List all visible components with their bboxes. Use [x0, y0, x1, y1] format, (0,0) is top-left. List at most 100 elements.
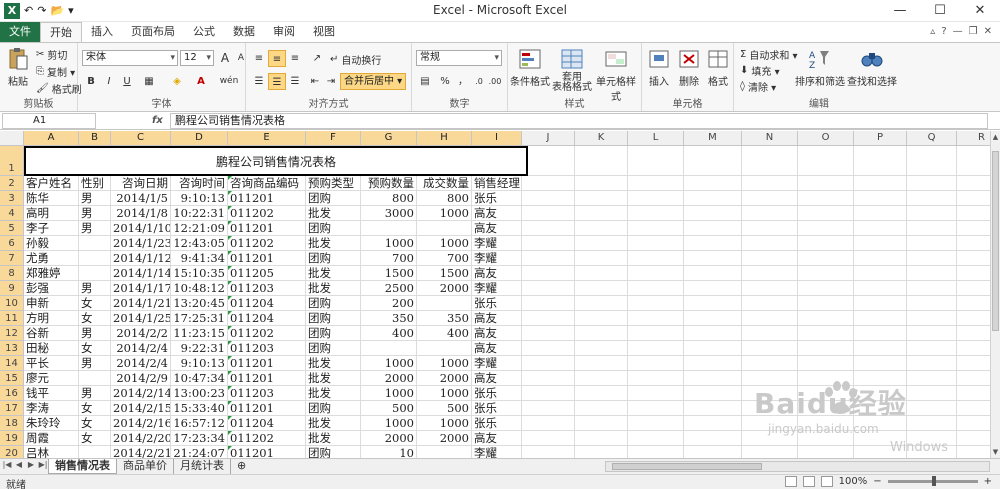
- delete-cells-button[interactable]: 删除: [674, 47, 704, 88]
- zoom-level[interactable]: 100%: [839, 476, 868, 487]
- grid-cell[interactable]: [522, 386, 575, 401]
- grid-cell[interactable]: 批发: [306, 236, 361, 251]
- grid-cell[interactable]: 1000: [417, 206, 472, 221]
- row-header[interactable]: 4: [0, 206, 24, 221]
- grid-cell[interactable]: [907, 251, 957, 266]
- grid-cell[interactable]: 011203: [228, 386, 306, 401]
- grid-cell[interactable]: [742, 176, 798, 191]
- grid-cell[interactable]: [798, 206, 854, 221]
- grid-cell[interactable]: [684, 341, 742, 356]
- grid-cell[interactable]: [854, 356, 907, 371]
- grid-cell[interactable]: [957, 206, 990, 221]
- grid-cell[interactable]: [522, 431, 575, 446]
- clear-button[interactable]: ◊ 清除 ▾: [740, 79, 776, 94]
- grid-cell[interactable]: [684, 311, 742, 326]
- format-as-table-button[interactable]: 套用 表格格式: [552, 47, 592, 93]
- grid-cell[interactable]: 2000: [417, 431, 472, 446]
- grid-cell[interactable]: [854, 146, 907, 176]
- grid-cell[interactable]: [628, 206, 684, 221]
- grid-cell[interactable]: [628, 431, 684, 446]
- grid-cell[interactable]: [742, 206, 798, 221]
- grid-cell[interactable]: [798, 446, 854, 458]
- grid-cell[interactable]: [684, 416, 742, 431]
- grid-cell[interactable]: 500: [417, 401, 472, 416]
- first-sheet-icon[interactable]: |◀: [2, 460, 12, 469]
- grid-cell[interactable]: [684, 146, 742, 176]
- grid-cell[interactable]: 10:47:34: [171, 371, 228, 386]
- grid-cell[interactable]: 2014/2/2: [111, 326, 171, 341]
- grid-cell[interactable]: [957, 416, 990, 431]
- tab-home[interactable]: 开始: [40, 22, 82, 42]
- grid-cell[interactable]: [684, 221, 742, 236]
- grid-cell[interactable]: [628, 446, 684, 458]
- column-header[interactable]: R: [957, 131, 990, 146]
- grid-cell[interactable]: [417, 221, 472, 236]
- grid-cell[interactable]: 李耀: [472, 356, 522, 371]
- grid-cell[interactable]: [957, 446, 990, 458]
- grid-cell[interactable]: [742, 236, 798, 251]
- grid-cell[interactable]: 成交数量: [417, 176, 472, 191]
- grid-cell[interactable]: 800: [361, 191, 417, 206]
- grid-cell[interactable]: 张乐: [472, 296, 522, 311]
- grid-cell[interactable]: 性别: [79, 176, 111, 191]
- grid-cell[interactable]: [628, 326, 684, 341]
- grid-cell[interactable]: [684, 356, 742, 371]
- grid-cell[interactable]: [575, 326, 628, 341]
- grid-cell[interactable]: 1000: [417, 356, 472, 371]
- grid-cell[interactable]: [957, 146, 990, 176]
- zoom-in-icon[interactable]: +: [984, 476, 992, 487]
- zoom-out-icon[interactable]: −: [873, 476, 881, 487]
- grid-cell[interactable]: [907, 446, 957, 458]
- column-header[interactable]: E: [228, 131, 306, 146]
- tab-review[interactable]: 审阅: [264, 22, 304, 42]
- row-header[interactable]: 9: [0, 281, 24, 296]
- grid-cell[interactable]: 李耀: [472, 236, 522, 251]
- grid-cell[interactable]: 李耀: [472, 281, 522, 296]
- column-header[interactable]: D: [171, 131, 228, 146]
- tab-data[interactable]: 数据: [224, 22, 264, 42]
- grid-cell[interactable]: [575, 356, 628, 371]
- grid-cell[interactable]: [957, 356, 990, 371]
- align-center-icon[interactable]: ☰: [268, 73, 286, 90]
- grid-cell[interactable]: [907, 431, 957, 446]
- grid-cell[interactable]: 咨询日期: [111, 176, 171, 191]
- grid-cell[interactable]: [957, 176, 990, 191]
- grid-cell[interactable]: [522, 416, 575, 431]
- grid-cell[interactable]: 2014/1/14: [111, 266, 171, 281]
- grid-cell[interactable]: [628, 356, 684, 371]
- grid-cell[interactable]: 700: [417, 251, 472, 266]
- row-header[interactable]: 3: [0, 191, 24, 206]
- grid-cell[interactable]: [575, 221, 628, 236]
- grid-cell[interactable]: [854, 446, 907, 458]
- grid-cell[interactable]: [798, 386, 854, 401]
- align-top-icon[interactable]: ≡: [250, 50, 268, 67]
- grid-cell[interactable]: 011201: [228, 221, 306, 236]
- grid-cell[interactable]: 011201: [228, 446, 306, 458]
- grid-cell[interactable]: [957, 266, 990, 281]
- grid-cell[interactable]: [628, 416, 684, 431]
- grid-cell[interactable]: 高友: [472, 221, 522, 236]
- grid-cell[interactable]: 2014/2/21: [111, 446, 171, 458]
- grid-cell[interactable]: [684, 386, 742, 401]
- grid-cell[interactable]: 011203: [228, 281, 306, 296]
- grid-cell[interactable]: 350: [417, 311, 472, 326]
- row-header[interactable]: 14: [0, 356, 24, 371]
- grid-cell[interactable]: [575, 251, 628, 266]
- row-header[interactable]: 15: [0, 371, 24, 386]
- grid-cell[interactable]: 011201: [228, 371, 306, 386]
- name-box[interactable]: A1: [2, 113, 96, 129]
- grid-cell[interactable]: [684, 206, 742, 221]
- grid-cell[interactable]: 批发: [306, 386, 361, 401]
- grid-cell[interactable]: [575, 191, 628, 206]
- grid-cell[interactable]: [684, 266, 742, 281]
- grid-cell[interactable]: 011203: [228, 341, 306, 356]
- grid-cell[interactable]: [957, 341, 990, 356]
- grid-cell[interactable]: 张乐: [472, 191, 522, 206]
- grid-cell[interactable]: [522, 266, 575, 281]
- horizontal-scrollbar[interactable]: [605, 461, 990, 472]
- grid-cell[interactable]: [907, 401, 957, 416]
- grid-cell[interactable]: [575, 416, 628, 431]
- grid-cell[interactable]: [684, 251, 742, 266]
- grid-cell[interactable]: 钱平: [24, 386, 79, 401]
- grid-cell[interactable]: 9:10:13: [171, 191, 228, 206]
